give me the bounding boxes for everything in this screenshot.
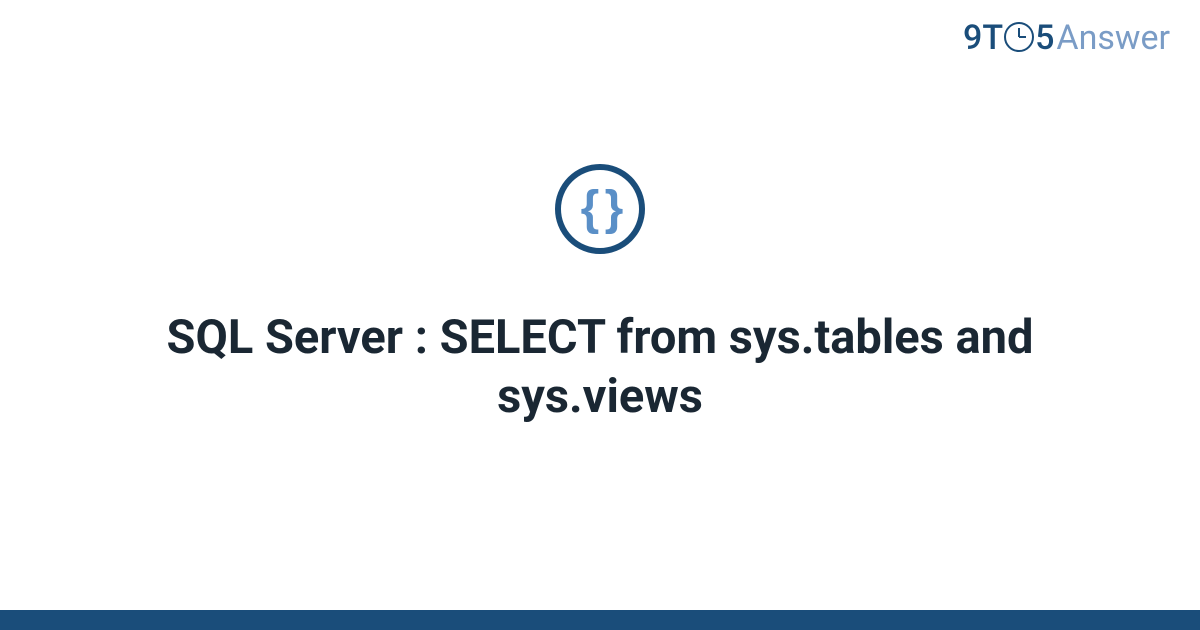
code-braces-icon: { } bbox=[581, 181, 620, 236]
footer-accent-bar bbox=[0, 610, 1200, 630]
topic-icon-container: { } bbox=[555, 164, 645, 254]
main-content: { } SQL Server : SELECT from sys.tables … bbox=[0, 0, 1200, 630]
question-title: SQL Server : SELECT from sys.tables and … bbox=[150, 309, 1050, 427]
